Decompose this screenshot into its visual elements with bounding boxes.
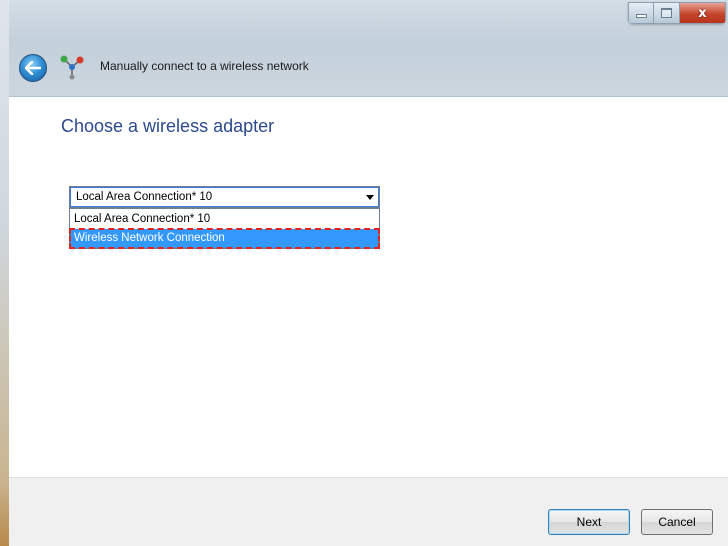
dropdown-option[interactable]: Local Area Connection* 10 xyxy=(70,210,379,228)
window-controls: x xyxy=(628,2,726,24)
minimize-button[interactable] xyxy=(628,2,654,24)
chevron-down-icon[interactable] xyxy=(361,187,379,207)
adapter-select-value: Local Area Connection* 10 xyxy=(76,191,213,203)
window-frame-edge xyxy=(0,0,9,546)
next-button[interactable]: Next xyxy=(548,509,630,535)
adapter-select[interactable]: Local Area Connection* 10 xyxy=(69,186,380,208)
close-button[interactable]: x xyxy=(680,2,726,24)
back-button[interactable] xyxy=(19,54,47,82)
adapter-dropdown-list: Local Area Connection* 10 Wireless Netwo… xyxy=(69,208,380,249)
maximize-button[interactable] xyxy=(654,2,680,24)
dropdown-option-highlighted[interactable]: Wireless Network Connection xyxy=(69,228,380,249)
title-bar xyxy=(9,0,728,40)
wizard-nav-bar: Manually connect to a wireless network xyxy=(9,40,728,97)
minimize-icon xyxy=(635,14,647,18)
page-heading: Choose a wireless adapter xyxy=(61,116,275,136)
maximize-icon xyxy=(661,8,672,18)
main-content: Choose a wireless adapter Local Area Con… xyxy=(9,97,728,477)
close-icon: x xyxy=(698,5,707,21)
network-icon xyxy=(60,55,84,80)
wizard-window: x Manually connect to a wireless network… xyxy=(0,0,728,546)
wizard-title: Manually connect to a wireless network xyxy=(100,59,309,73)
back-arrow-icon xyxy=(25,61,41,75)
cancel-button[interactable]: Cancel xyxy=(641,509,713,535)
